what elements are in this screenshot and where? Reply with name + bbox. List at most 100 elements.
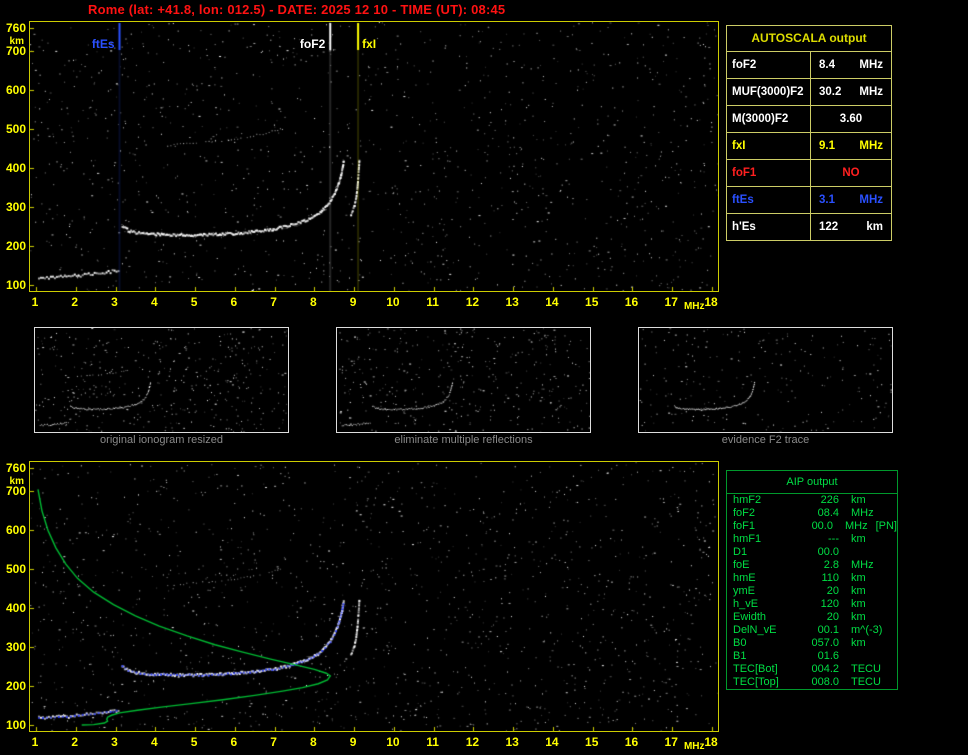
aip-table-rows: hmF2226kmfoF208.4MHzfoF100.0MHz[PN]hmF1-… <box>727 494 897 689</box>
aip-row-Ewidth: Ewidth20km <box>727 611 897 624</box>
x-axis-tick-1-main: 1 <box>25 295 45 309</box>
aip-extra <box>866 598 874 611</box>
x-axis-tick-16-main: 16 <box>621 295 641 309</box>
main-ionogram-panel <box>29 21 719 292</box>
aip-extra <box>866 572 874 585</box>
x-axis-tick-14-aip: 14 <box>542 735 562 749</box>
aip-extra <box>851 650 859 663</box>
aip-param: TEC[Top] <box>727 676 799 689</box>
y-axis-tick-760-main: 760 <box>0 21 26 35</box>
thumbnail-caption-eliminate: eliminate multiple reflections <box>336 434 591 446</box>
y-axis-tick-500-main: 500 <box>0 122 26 136</box>
y-axis-tick-500-aip: 500 <box>0 562 26 576</box>
main-ionogram-canvas <box>30 22 718 291</box>
autoscala-unit: MHz <box>859 52 883 78</box>
autoscala-param-label: foF2 <box>727 52 811 78</box>
y-axis-tick-400-main: 400 <box>0 161 26 175</box>
x-axis-tick-17-aip: 17 <box>661 735 681 749</box>
x-axis-tick-13-main: 13 <box>502 295 522 309</box>
aip-value: 00.0 <box>799 546 839 559</box>
autoscala-row-MUF(3000)F2: MUF(3000)F230.2MHz <box>727 78 891 105</box>
aip-extra <box>882 624 890 637</box>
y-axis-tick-600-aip: 600 <box>0 523 26 537</box>
aip-row-D1: D100.0 <box>727 546 897 559</box>
aip-unit: m^(-3) <box>839 624 882 637</box>
autoscala-row-ftEs: ftEs3.1MHz <box>727 186 891 213</box>
x-axis-tick-9-main: 9 <box>343 295 363 309</box>
aip-param: hmF1 <box>727 533 799 546</box>
thumbnail-evidence-canvas <box>639 328 892 432</box>
x-axis-tick-6-aip: 6 <box>224 735 244 749</box>
x-axis-tick-5-aip: 5 <box>184 735 204 749</box>
autoscala-value-cell: 3.1MHz <box>811 187 891 213</box>
autoscala-row-foF1: foF1 NO <box>727 159 891 186</box>
y-axis-tick-760-aip: 760 <box>0 461 26 475</box>
x-axis-unit-label-main: MHz <box>681 301 707 312</box>
aip-value: 110 <box>799 572 839 585</box>
autoscala-row-h'Es: h'Es122km <box>727 213 891 240</box>
thumbnail-eliminate-reflections <box>336 327 591 433</box>
aip-extra <box>866 637 874 650</box>
aip-param: hmF2 <box>727 494 799 507</box>
aip-unit: MHz <box>839 559 874 572</box>
x-axis-tick-10-aip: 10 <box>383 735 403 749</box>
x-axis-unit-label-aip: MHz <box>681 741 707 752</box>
x-axis-tick-6-main: 6 <box>224 295 244 309</box>
aip-param: foF2 <box>727 507 799 520</box>
aip-row-DelN_vE: DelN_vE00.1m^(-3) <box>727 624 897 637</box>
autoscala-param-label: foF1 <box>727 160 811 186</box>
aip-unit <box>839 650 851 663</box>
aip-value: 2.8 <box>799 559 839 572</box>
aip-param: DelN_vE <box>727 624 799 637</box>
aip-row-foF2: foF208.4MHz <box>727 507 897 520</box>
aip-row-B1: B101.6 <box>727 650 897 663</box>
autoscala-param-label: ftEs <box>727 187 811 213</box>
autoscala-value-cell: 3.60 <box>811 106 891 132</box>
aip-extra <box>851 546 859 559</box>
aip-value: 08.4 <box>799 507 839 520</box>
autoscala-value: 122 <box>819 214 838 240</box>
autoscala-window: Rome (lat: +41.8, lon: 012.5) - DATE: 20… <box>0 0 968 755</box>
aip-unit: km <box>839 637 866 650</box>
aip-unit: TECU <box>839 676 881 689</box>
x-axis-tick-12-main: 12 <box>462 295 482 309</box>
aip-value: --- <box>799 533 839 546</box>
autoscala-row-fxI: fxI9.1MHz <box>727 132 891 159</box>
autoscala-param-label: fxI <box>727 133 811 159</box>
autoscala-value: 9.1 <box>819 133 835 159</box>
x-axis-tick-17-main: 17 <box>661 295 681 309</box>
x-axis-tick-11-aip: 11 <box>423 735 443 749</box>
aip-param: TEC[Bot] <box>727 663 799 676</box>
aip-param: h_vE <box>727 598 799 611</box>
y-axis-tick-100-aip: 100 <box>0 718 26 732</box>
autoscala-value-cell: 122km <box>811 214 891 240</box>
aip-row-h_vE: h_vE120km <box>727 598 897 611</box>
autoscala-value-cell: 30.2MHz <box>811 79 891 105</box>
x-axis-tick-15-aip: 15 <box>582 735 602 749</box>
marker-label-foF2: foF2 <box>300 37 325 51</box>
y-axis-tick-300-main: 300 <box>0 200 26 214</box>
aip-unit: km <box>839 533 866 546</box>
aip-value: 004.2 <box>799 663 839 676</box>
aip-extra <box>881 663 889 676</box>
aip-table-header: AIP output <box>727 471 897 494</box>
aip-value: 120 <box>799 598 839 611</box>
station-date-title: Rome (lat: +41.8, lon: 012.5) - DATE: 20… <box>88 2 505 17</box>
autoscala-table-header: AUTOSCALA output <box>727 26 891 51</box>
autoscala-value: 3.1 <box>819 187 835 213</box>
aip-unit: km <box>839 598 866 611</box>
autoscala-value-cell: 9.1MHz <box>811 133 891 159</box>
thumbnail-eliminate-canvas <box>337 328 590 432</box>
aip-extra <box>866 494 874 507</box>
x-axis-tick-16-aip: 16 <box>621 735 641 749</box>
x-axis-tick-12-aip: 12 <box>462 735 482 749</box>
x-axis-tick-11-main: 11 <box>423 295 443 309</box>
aip-param: D1 <box>727 546 799 559</box>
aip-value: 008.0 <box>799 676 839 689</box>
aip-unit: km <box>839 611 866 624</box>
x-axis-tick-9-aip: 9 <box>343 735 363 749</box>
x-axis-tick-3-aip: 3 <box>105 735 125 749</box>
autoscala-value: NO <box>842 160 859 186</box>
aip-param: foE <box>727 559 799 572</box>
x-axis-tick-8-main: 8 <box>303 295 323 309</box>
